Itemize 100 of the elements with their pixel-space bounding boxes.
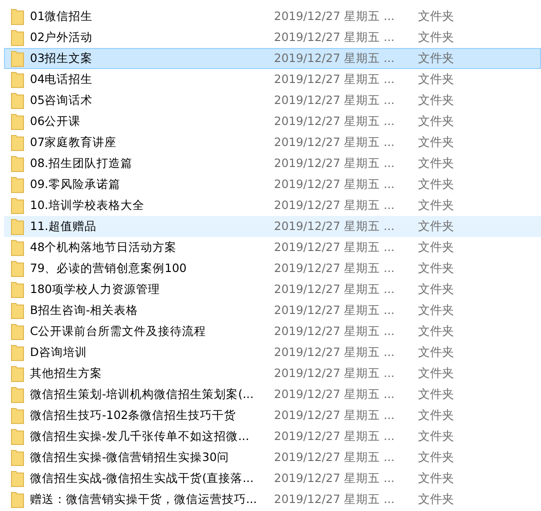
file-row[interactable]: 微信招生策划-培训机构微信招生策划案(... 2019/12/27 星期五 ... 文件夹 xyxy=(4,384,541,405)
modified-date: 2019/12/27 星期五 ... xyxy=(274,9,396,24)
file-row[interactable]: 02户外活动 2019/12/27 星期五 ... 文件夹 xyxy=(4,27,541,48)
file-row[interactable]: 微信招生实操-微信营销招生实操30问 2019/12/27 星期五 ... 文件夹 xyxy=(4,447,541,468)
modified-date: 2019/12/27 星期五 ... xyxy=(274,177,396,192)
folder-icon xyxy=(11,470,24,486)
file-type: 文件夹 xyxy=(418,176,454,193)
file-name: 01微信招生 xyxy=(30,9,94,24)
file-row[interactable]: 48个机构落地节日活动方案 2019/12/27 星期五 ... 文件夹 xyxy=(4,237,541,258)
file-name: 赠送：微信营销实操干货，微信运营技巧... xyxy=(30,492,258,507)
file-row[interactable]: 05咨询话术 2019/12/27 星期五 ... 文件夹 xyxy=(4,90,541,111)
file-type: 文件夹 xyxy=(418,197,454,214)
file-type: 文件夹 xyxy=(418,386,454,403)
file-type: 文件夹 xyxy=(418,8,454,25)
modified-date: 2019/12/27 星期五 ... xyxy=(274,93,396,108)
file-type: 文件夹 xyxy=(418,155,454,172)
file-type: 文件夹 xyxy=(418,239,454,256)
file-type: 文件夹 xyxy=(418,323,454,340)
file-type: 文件夹 xyxy=(418,113,454,130)
folder-icon xyxy=(11,8,24,24)
folder-icon xyxy=(11,92,24,108)
modified-date: 2019/12/27 星期五 ... xyxy=(274,72,396,87)
file-type: 文件夹 xyxy=(418,407,454,424)
file-row[interactable]: 其他招生方案 2019/12/27 星期五 ... 文件夹 xyxy=(4,363,541,384)
file-row[interactable]: 04电话招生 2019/12/27 星期五 ... 文件夹 xyxy=(4,69,541,90)
file-row[interactable]: 01微信招生 2019/12/27 星期五 ... 文件夹 xyxy=(4,6,541,27)
file-row[interactable]: 08.招生团队打造篇 2019/12/27 星期五 ... 文件夹 xyxy=(4,153,541,174)
modified-date: 2019/12/27 星期五 ... xyxy=(274,345,396,360)
folder-icon xyxy=(11,30,24,46)
file-row[interactable]: B招生咨询-相关表格 2019/12/27 星期五 ... 文件夹 xyxy=(4,300,541,321)
file-name: 其他招生方案 xyxy=(30,366,103,381)
file-type: 文件夹 xyxy=(418,449,454,466)
folder-icon xyxy=(11,408,24,424)
file-row[interactable]: 10.培训学校表格大全 2019/12/27 星期五 ... 文件夹 xyxy=(4,195,541,216)
file-row[interactable]: C公开课前台所需文件及接待流程 2019/12/27 星期五 ... 文件夹 xyxy=(4,321,541,342)
file-type: 文件夹 xyxy=(418,71,454,88)
modified-date: 2019/12/27 星期五 ... xyxy=(274,450,396,465)
file-type: 文件夹 xyxy=(418,260,454,277)
file-row[interactable]: 赠送：微信营销实操干货，微信运营技巧... 2019/12/27 星期五 ... 文件夹 xyxy=(4,489,541,510)
folder-icon xyxy=(11,198,24,214)
file-name: 05咨询话术 xyxy=(30,93,94,108)
file-name: 07家庭教育讲座 xyxy=(30,135,118,150)
file-type: 文件夹 xyxy=(418,134,454,151)
folder-icon xyxy=(11,492,24,508)
modified-date: 2019/12/27 星期五 ... xyxy=(274,114,396,129)
modified-date: 2019/12/27 星期五 ... xyxy=(274,30,396,45)
folder-icon xyxy=(11,218,24,234)
modified-date: 2019/12/27 星期五 ... xyxy=(274,303,396,318)
modified-date: 2019/12/27 星期五 ... xyxy=(274,156,396,171)
modified-date: 2019/12/27 星期五 ... xyxy=(274,471,396,486)
file-name: 10.培训学校表格大全 xyxy=(30,198,146,213)
file-row[interactable]: 07家庭教育讲座 2019/12/27 星期五 ... 文件夹 xyxy=(4,132,541,153)
modified-date: 2019/12/27 星期五 ... xyxy=(274,366,396,381)
folder-icon xyxy=(11,114,24,130)
modified-date: 2019/12/27 星期五 ... xyxy=(274,240,396,255)
modified-date: 2019/12/27 星期五 ... xyxy=(274,51,396,66)
file-row[interactable]: 79、必读的营销创意案例100 2019/12/27 星期五 ... 文件夹 xyxy=(4,258,541,279)
file-row[interactable]: 微信招生技巧-102条微信招生技巧干货 2019/12/27 星期五 ... 文件夹 xyxy=(4,405,541,426)
file-type: 文件夹 xyxy=(418,344,454,361)
file-name: 02户外活动 xyxy=(30,30,94,45)
file-row[interactable]: 微信招生实战-微信招生实战干货(直接落... 2019/12/27 星期五 ... 文件夹 xyxy=(4,468,541,489)
file-row[interactable]: 11.超值赠品 2019/12/27 星期五 ... 文件夹 xyxy=(4,216,541,237)
modified-date: 2019/12/27 星期五 ... xyxy=(274,429,396,444)
folder-icon xyxy=(11,240,24,256)
modified-date: 2019/12/27 星期五 ... xyxy=(274,135,396,150)
modified-date: 2019/12/27 星期五 ... xyxy=(274,387,396,402)
file-row[interactable]: 09.零风险承诺篇 2019/12/27 星期五 ... 文件夹 xyxy=(4,174,541,195)
file-type: 文件夹 xyxy=(418,92,454,109)
file-type: 文件夹 xyxy=(418,29,454,46)
modified-date: 2019/12/27 星期五 ... xyxy=(274,198,396,213)
folder-icon xyxy=(11,450,24,466)
folder-icon xyxy=(11,324,24,340)
folder-icon xyxy=(11,386,24,402)
file-name: 11.超值赠品 xyxy=(30,219,98,234)
file-name: C公开课前台所需文件及接待流程 xyxy=(30,324,208,339)
modified-date: 2019/12/27 星期五 ... xyxy=(274,261,396,276)
file-type: 文件夹 xyxy=(418,365,454,382)
file-row[interactable]: D咨询培训 2019/12/27 星期五 ... 文件夹 xyxy=(4,342,541,363)
folder-icon xyxy=(11,282,24,298)
folder-icon xyxy=(11,366,24,382)
file-row[interactable]: 03招生文案 2019/12/27 星期五 ... 文件夹 xyxy=(4,48,541,69)
file-name: 08.招生团队打造篇 xyxy=(30,156,134,171)
file-name: 微信招生技巧-102条微信招生技巧干货 xyxy=(30,408,238,423)
modified-date: 2019/12/27 星期五 ... xyxy=(274,282,396,297)
file-name: 48个机构落地节日活动方案 xyxy=(30,240,178,255)
file-row[interactable]: 微信招生实操-发几千张传单不如这招微... 2019/12/27 星期五 ... 文件夹 xyxy=(4,426,541,447)
file-name: B招生咨询-相关表格 xyxy=(30,303,140,318)
folder-icon xyxy=(11,72,24,88)
modified-date: 2019/12/27 星期五 ... xyxy=(274,492,396,507)
modified-date: 2019/12/27 星期五 ... xyxy=(274,219,396,234)
file-type: 文件夹 xyxy=(418,470,454,487)
file-row[interactable]: 180项学校人力资源管理 2019/12/27 星期五 ... 文件夹 xyxy=(4,279,541,300)
file-row[interactable]: 06公开课 2019/12/27 星期五 ... 文件夹 xyxy=(4,111,541,132)
folder-icon xyxy=(11,344,24,360)
folder-icon xyxy=(11,156,24,172)
folder-icon xyxy=(11,428,24,444)
file-type: 文件夹 xyxy=(418,428,454,445)
modified-date: 2019/12/27 星期五 ... xyxy=(274,324,396,339)
file-name: 79、必读的营销创意案例100 xyxy=(30,261,188,276)
file-type: 文件夹 xyxy=(418,491,454,508)
